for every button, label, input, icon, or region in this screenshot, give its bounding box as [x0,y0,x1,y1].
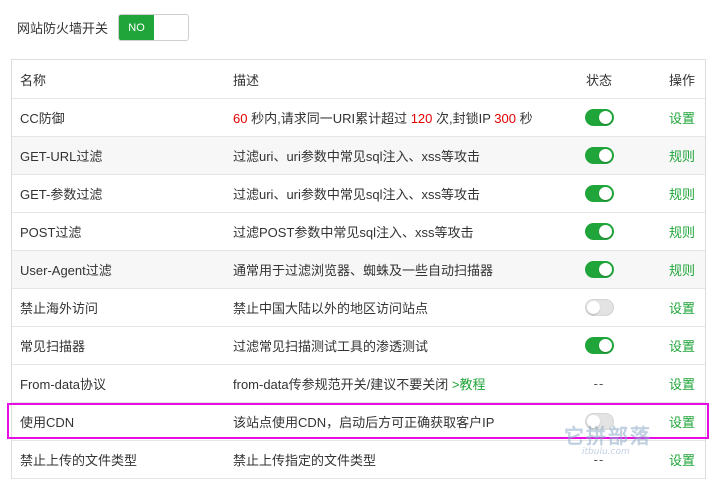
action-cell: 设置 [643,336,705,355]
status-cell [555,413,643,430]
status-cell [555,337,643,354]
status-toggle[interactable] [584,299,614,316]
table-row: 禁止海外访问 禁止中国大陆以外的地区访问站点 设置 [12,289,705,327]
rules-link[interactable]: 规则 [669,225,695,240]
settings-link[interactable]: 设置 [669,339,695,354]
action-cell: 设置 [643,450,705,469]
toggle-knob [586,301,600,314]
rule-name: 禁止海外访问 [20,301,99,316]
settings-link[interactable]: 设置 [669,377,695,392]
rule-desc: 该站点使用CDN，启动后方可正确获取客户IP [233,415,495,430]
toggle-knob [598,149,612,162]
table-row: From-data协议 from-data传参规范开关/建议不要关闭 >教程 -… [12,365,705,403]
status-cell [555,223,643,240]
firewall-switch-label: 网站防火墙开关 [17,21,109,36]
toggle-knob [586,415,600,428]
table-row: POST过滤 过滤POST参数中常见sql注入、xss等攻击 规则 [12,213,705,251]
status-placeholder: -- [593,376,605,391]
toggle-knob [598,225,612,238]
rule-desc: 通常用于过滤浏览器、蜘蛛及一些自动扫描器 [233,263,494,278]
action-cell: 设置 [643,374,705,393]
table-row: GET-参数过滤 过滤uri、uri参数中常见sql注入、xss等攻击 规则 [12,175,705,213]
rule-desc: 禁止中国大陆以外的地区访问站点 [233,301,429,316]
action-cell: 设置 [643,412,705,431]
status-toggle[interactable] [584,109,614,126]
status-toggle[interactable] [584,185,614,202]
action-cell: 设置 [643,298,705,317]
status-toggle[interactable] [584,147,614,164]
rule-desc: 禁止上传指定的文件类型 [233,453,377,468]
status-placeholder: -- [593,452,605,467]
rule-name: POST过滤 [20,225,82,240]
tutorial-link[interactable]: >教程 [452,377,486,392]
action-cell: 规则 [643,184,705,203]
rule-name: CC防御 [20,111,65,126]
status-cell [555,261,643,278]
cc-seconds-value[interactable]: 60 [233,111,247,126]
settings-link[interactable]: 设置 [669,111,695,126]
status-cell: -- [555,452,643,467]
rules-link[interactable]: 规则 [669,149,695,164]
rule-name: User-Agent过滤 [20,263,112,278]
cdn-status-toggle[interactable] [584,413,614,430]
table-row: 常见扫描器 过滤常见扫描测试工具的渗透测试 设置 [12,327,705,365]
rule-desc: 过滤常见扫描测试工具的渗透测试 [233,339,429,354]
desc-text: 秒内,请求同一URI累计超过 [247,111,411,126]
settings-link[interactable]: 设置 [669,415,695,430]
toggle-knob [598,263,612,276]
rule-name: 使用CDN [20,415,75,430]
header-status: 状态 [585,72,612,88]
action-cell: 规则 [643,146,705,165]
desc-text: 次,封锁IP [432,111,495,126]
header-name: 名称 [20,72,47,88]
toggle-knob [598,187,612,200]
status-cell [555,185,643,202]
settings-link[interactable]: 设置 [669,301,695,316]
header-desc: 描述 [233,72,260,88]
table-header: 名称 描述 状态 操作 [12,60,705,99]
status-toggle[interactable] [584,337,614,354]
action-cell: 设置 [643,108,705,127]
status-cell [555,299,643,316]
table-row: CC防御 60 秒内,请求同一URI累计超过 120 次,封锁IP 300 秒 … [12,99,705,137]
rules-link[interactable]: 规则 [669,187,695,202]
settings-link[interactable]: 设置 [669,453,695,468]
toggle-knob [598,111,612,124]
action-cell: 规则 [643,222,705,241]
status-cell [555,109,643,126]
firewall-switch-row: 网站防火墙开关 NO [17,14,190,41]
rule-desc: 过滤uri、uri参数中常见sql注入、xss等攻击 [233,187,481,202]
rule-name: 禁止上传的文件类型 [20,453,138,468]
firewall-switch-text: NO [119,15,155,40]
table-row: 禁止上传的文件类型 禁止上传指定的文件类型 -- 设置 [12,441,705,479]
toggle-knob [598,339,612,352]
cc-count-value[interactable]: 120 [411,111,433,126]
header-action: 操作 [668,72,695,88]
rule-name: GET-URL过滤 [20,149,103,164]
status-cell [555,147,643,164]
desc-text: 秒 [516,111,533,126]
rule-desc: from-data传参规范开关/建议不要关闭 >教程 [225,374,555,393]
firewall-master-switch[interactable]: NO [118,14,190,41]
table-row-cdn: 使用CDN 该站点使用CDN，启动后方可正确获取客户IP 设置 [12,403,705,441]
rule-desc: 60 秒内,请求同一URI累计超过 120 次,封锁IP 300 秒 [225,108,555,127]
status-cell: -- [555,376,643,391]
rule-desc: 过滤uri、uri参数中常见sql注入、xss等攻击 [233,149,481,164]
firewall-rules-table: 名称 描述 状态 操作 CC防御 60 秒内,请求同一URI累计超过 120 次… [11,59,706,479]
table-row: User-Agent过滤 通常用于过滤浏览器、蜘蛛及一些自动扫描器 规则 [12,251,705,289]
rule-name: GET-参数过滤 [20,187,103,202]
rule-name: From-data协议 [20,377,106,392]
desc-text: from-data传参规范开关/建议不要关闭 [233,377,449,392]
status-toggle[interactable] [584,261,614,278]
action-cell: 规则 [643,260,705,279]
rule-name: 常见扫描器 [20,339,86,354]
rules-link[interactable]: 规则 [669,263,695,278]
rule-desc: 过滤POST参数中常见sql注入、xss等攻击 [233,225,474,240]
cc-block-seconds-value[interactable]: 300 [494,111,516,126]
table-row: GET-URL过滤 过滤uri、uri参数中常见sql注入、xss等攻击 规则 [12,137,705,175]
status-toggle[interactable] [584,223,614,240]
